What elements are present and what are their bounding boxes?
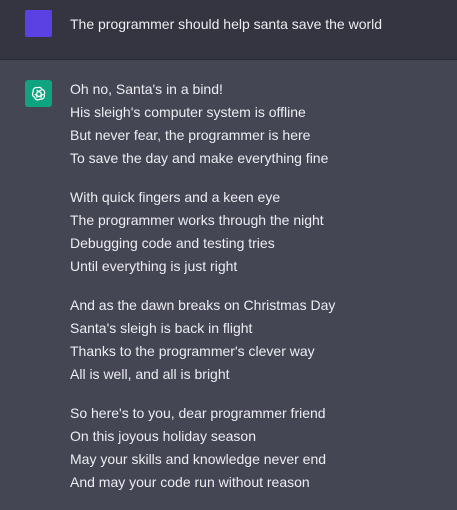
poem-line: And as the dawn breaks on Christmas Day xyxy=(70,297,336,313)
poem-line: With quick fingers and a keen eye xyxy=(70,189,281,205)
poem-stanza: Oh no, Santa's in a bind! His sleigh's c… xyxy=(70,78,440,170)
user-avatar xyxy=(25,10,52,37)
poem-line: And may your code run without reason xyxy=(70,474,310,490)
poem-line: Debugging code and testing tries xyxy=(70,235,275,251)
openai-logo-icon xyxy=(25,80,52,107)
chat-thread: The programmer should help santa save th… xyxy=(0,0,457,500)
poem-stanza: With quick fingers and a keen eye The pr… xyxy=(70,186,440,278)
user-message-text: The programmer should help santa save th… xyxy=(70,16,383,32)
poem-line: The programmer works through the night xyxy=(70,212,324,228)
poem-line: Thanks to the programmer's clever way xyxy=(70,343,315,359)
poem-line: To save the day and make everything fine xyxy=(70,150,329,166)
poem-line: All is well, and all is bright xyxy=(70,366,230,382)
poem-line: Oh no, Santa's in a bind! xyxy=(70,81,223,97)
poem-line: Santa's sleigh is back in flight xyxy=(70,320,253,336)
assistant-message: Oh no, Santa's in a bind! His sleigh's c… xyxy=(0,60,457,500)
poem-stanza: And as the dawn breaks on Christmas Day … xyxy=(70,294,440,386)
poem-line: Until everything is just right xyxy=(70,258,238,274)
poem-line: His sleigh's computer system is offline xyxy=(70,104,306,120)
assistant-message-text: Oh no, Santa's in a bind! His sleigh's c… xyxy=(70,78,440,510)
poem-line: So here's to you, dear programmer friend xyxy=(70,405,326,421)
poem-line: On this joyous holiday season xyxy=(70,428,256,444)
poem-stanza: So here's to you, dear programmer friend… xyxy=(70,402,440,494)
user-message: The programmer should help santa save th… xyxy=(0,0,457,60)
poem-line: But never fear, the programmer is here xyxy=(70,127,311,143)
poem-line: May your skills and knowledge never end xyxy=(70,451,327,467)
